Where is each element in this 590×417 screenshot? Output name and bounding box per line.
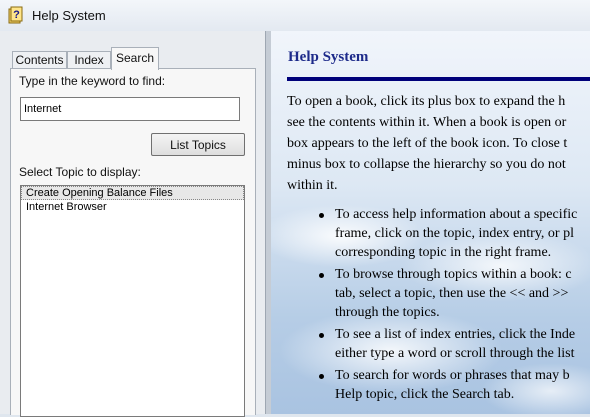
bullet-line: through the topics. xyxy=(335,305,440,320)
window-title: Help System xyxy=(32,8,106,23)
tab-search[interactable]: Search xyxy=(111,47,159,70)
bullet-line: To see a list of index entries, click th… xyxy=(335,327,576,342)
tab-index[interactable]: Index xyxy=(67,51,111,69)
bullet-line: To access help information about a speci… xyxy=(335,207,578,222)
navigation-pane: Contents Index Search Type in the keywor… xyxy=(0,31,265,417)
paragraph-line: To open a book, click its plus box to ex… xyxy=(287,94,566,109)
keyword-input[interactable] xyxy=(20,97,240,121)
bullet-line: tab, select a topic, then use the << and… xyxy=(335,286,569,301)
paragraph-line: see the contents within it. When a book … xyxy=(287,115,567,130)
paragraph-line: box appears to the left of the book icon… xyxy=(287,136,568,151)
list-topics-button[interactable]: List Topics xyxy=(151,133,245,156)
list-item: To access help information about a speci… xyxy=(271,205,590,262)
help-book-icon: ? xyxy=(8,6,23,24)
topic-list[interactable]: Create Opening Balance Files Internet Br… xyxy=(20,185,245,417)
topic-label: Select Topic to display: xyxy=(19,165,141,179)
svg-text:?: ? xyxy=(13,9,20,21)
bullet-icon xyxy=(319,213,324,218)
heading-divider xyxy=(287,77,590,81)
search-tab-panel: Type in the keyword to find: List Topics… xyxy=(10,68,256,417)
help-content-pane: Help System To open a book, click its pl… xyxy=(271,31,590,414)
list-item[interactable]: Create Opening Balance Files xyxy=(21,186,244,200)
bullet-icon xyxy=(319,374,324,379)
list-item[interactable]: Internet Browser xyxy=(21,200,244,214)
bullet-line: To search for words or phrases that may … xyxy=(335,368,570,383)
tab-contents[interactable]: Contents xyxy=(12,51,67,69)
bullet-icon xyxy=(319,333,324,338)
paragraph-line: minus box to collapse the hierarchy so y… xyxy=(287,157,566,172)
list-item: To search for words or phrases that may … xyxy=(271,366,590,404)
keyword-label: Type in the keyword to find: xyxy=(19,74,166,88)
paragraph-line: within it. xyxy=(287,178,338,193)
list-item: To see a list of index entries, click th… xyxy=(271,325,590,363)
list-item: To browse through topics within a book: … xyxy=(271,265,590,322)
intro-paragraph: To open a book, click its plus box to ex… xyxy=(287,91,590,196)
title-bar: ? Help System xyxy=(0,0,590,32)
bullet-line: To browse through topics within a book: … xyxy=(335,267,572,282)
bullet-icon xyxy=(319,273,324,278)
bullet-line: frame, click on the topic, index entry, … xyxy=(335,226,574,241)
bullet-list: To access help information about a speci… xyxy=(271,205,590,407)
bullet-line: either type a word or scroll through the… xyxy=(335,346,575,361)
page-title: Help System xyxy=(288,49,369,65)
bullet-line: corresponding topic in the right frame. xyxy=(335,245,552,260)
bullet-line: Help topic, click the Search tab. xyxy=(335,387,515,402)
